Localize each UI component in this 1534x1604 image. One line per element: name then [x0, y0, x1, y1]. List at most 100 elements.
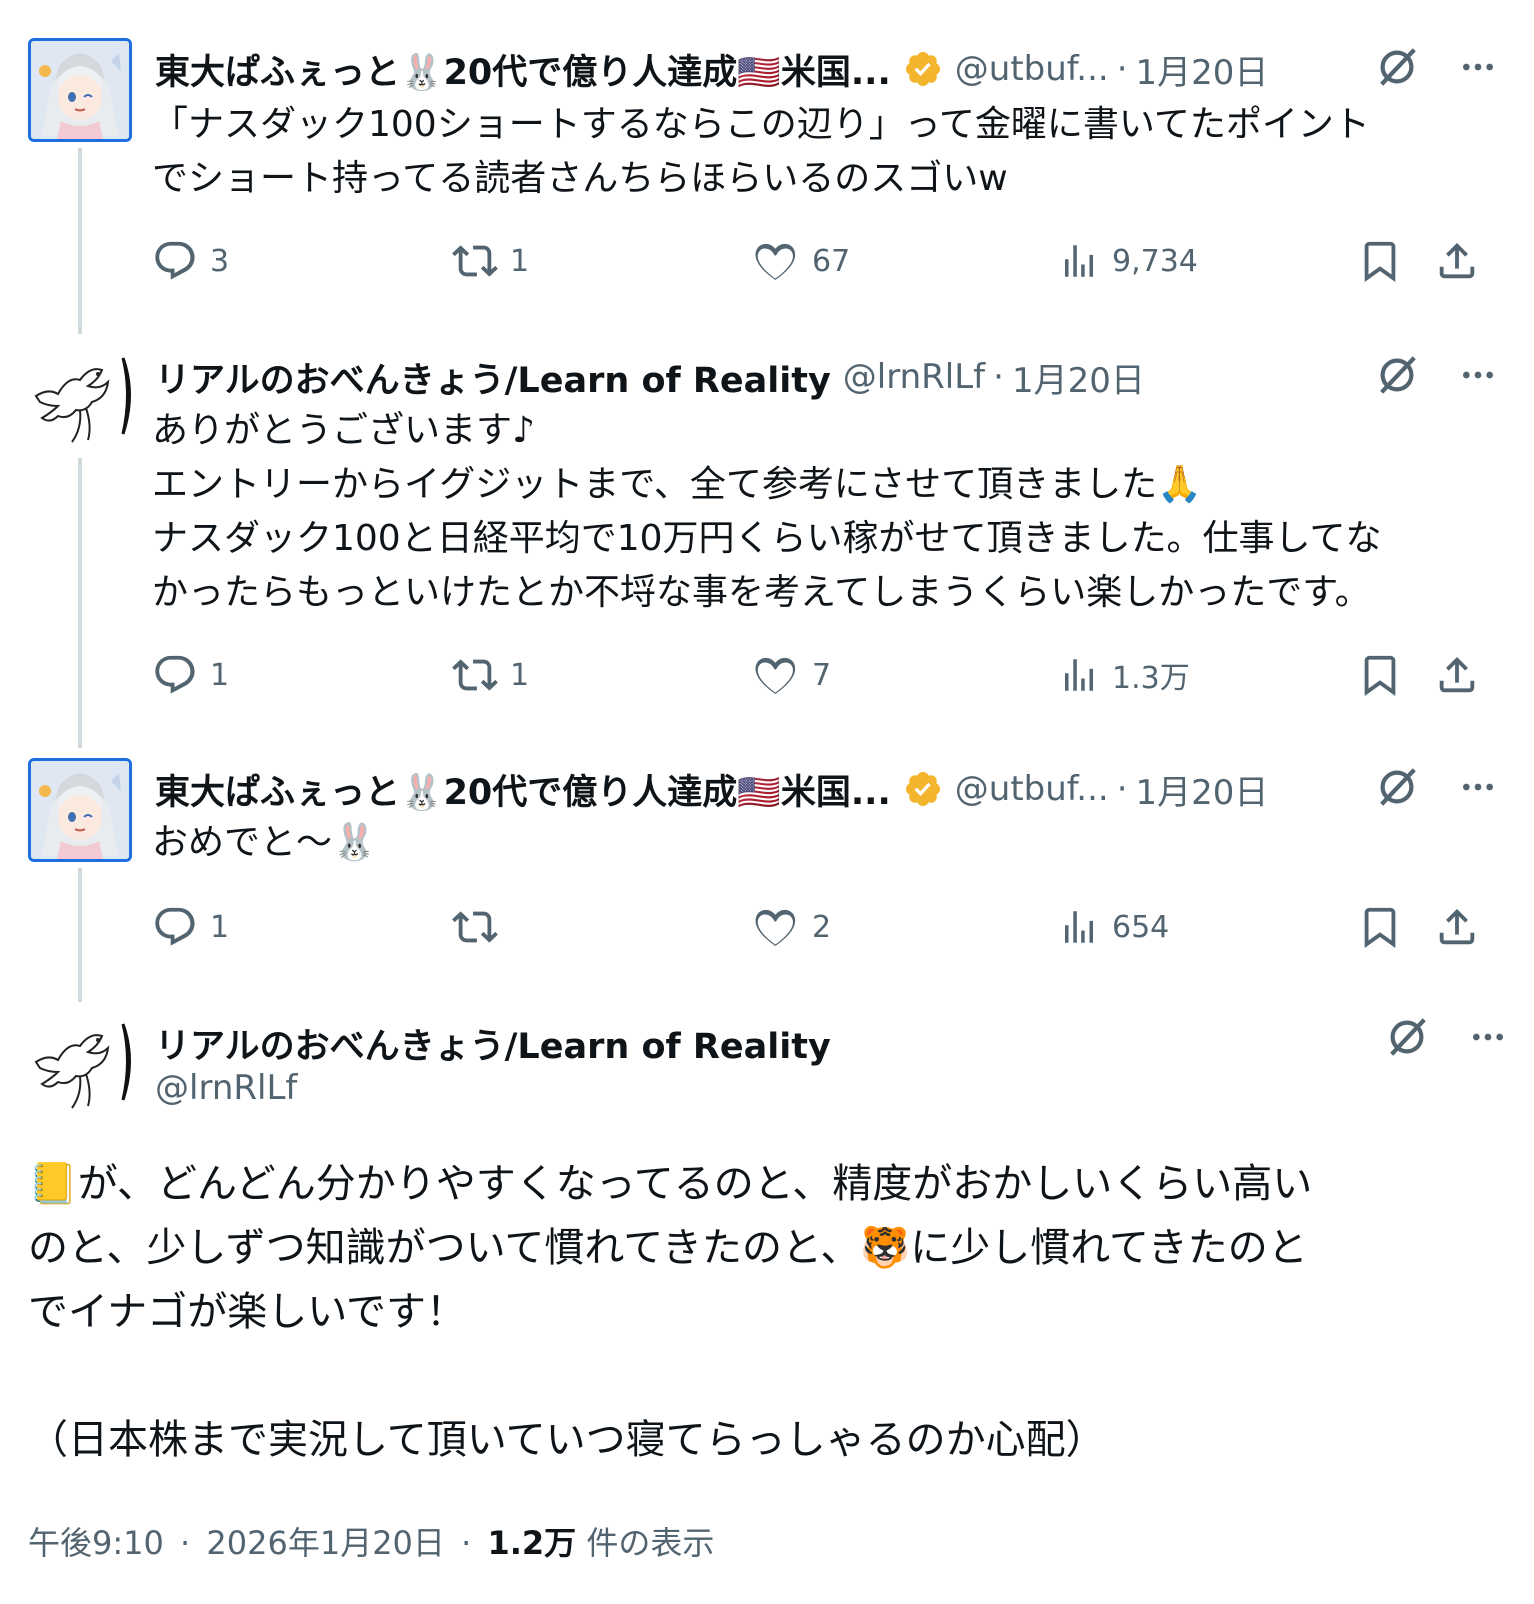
retweet-button[interactable]: 1	[452, 650, 529, 700]
text-line: ありがとうございます♪	[152, 410, 535, 451]
views-button[interactable]: 1.3万	[1058, 650, 1190, 700]
like-button[interactable]: 2	[754, 902, 831, 952]
tweet-header: 東大ぱふぇっと🐰20代で億り人達成🇺🇸米国... @utbuf... · 1月2…	[155, 764, 1524, 814]
like-count: 67	[812, 243, 851, 279]
timestamp[interactable]: 1月20日	[1136, 45, 1269, 94]
avatar[interactable]	[28, 38, 132, 142]
share-button[interactable]	[1434, 650, 1480, 700]
like-button[interactable]: 67	[754, 236, 850, 286]
grok-icon[interactable]	[1374, 764, 1420, 814]
action-bar: 3 1 67 9,734	[152, 236, 1514, 286]
share-button[interactable]	[1434, 236, 1480, 286]
text-line: でイナゴが楽しいです！	[28, 1289, 466, 1335]
text-line: 📒が、どんどん分かりやすくなってるのと、精度がおかしいくらい高い	[28, 1161, 1313, 1207]
reply-button[interactable]: 1	[152, 650, 229, 700]
timestamp[interactable]: 1月20日	[1136, 765, 1269, 814]
separator: ·	[993, 357, 1004, 397]
display-name[interactable]: リアルのおべんきょう/Learn of Reality	[155, 1018, 831, 1069]
post-date[interactable]: 2026年1月20日	[206, 1524, 445, 1562]
bookmark-button[interactable]	[1357, 236, 1403, 286]
reply-button[interactable]: 1	[152, 902, 229, 952]
handle[interactable]: @lrnRlLf	[155, 1068, 297, 1108]
share-icon	[1439, 242, 1475, 279]
display-name[interactable]: 東大ぱふぇっと🐰20代で億り人達成🇺🇸米国...	[155, 44, 891, 95]
reply-button[interactable]: 3	[152, 236, 229, 286]
anime-girl-avatar-icon	[31, 41, 129, 139]
avatar[interactable]	[28, 758, 132, 862]
focus-header-icons	[1384, 1014, 1508, 1064]
view-label: 件の表示	[586, 1524, 715, 1562]
more-icon[interactable]	[1458, 355, 1498, 399]
text-line: でショート持ってる読者さんちらほらいるのスゴいw	[152, 158, 1008, 199]
grok-icon[interactable]	[1374, 44, 1420, 94]
text-line: のと、少しずつ知識がついて慣れてきたのと、🐯に少し慣れてきたのと	[28, 1225, 1308, 1271]
tweet-meta: 午後9:10 · 2026年1月20日 · 1.2万 件の表示	[28, 1518, 714, 1564]
like-count: 7	[812, 657, 832, 693]
verified-badge-icon	[903, 49, 943, 89]
reply-icon	[155, 655, 195, 694]
text-line	[28, 1344, 1468, 1408]
display-name[interactable]: 東大ぱふぇっと🐰20代で億り人達成🇺🇸米国...	[155, 764, 891, 815]
retweet-button[interactable]: 1	[452, 236, 529, 286]
tweet-text: おめでと〜🐰	[152, 816, 1464, 870]
text-line: ナスダック100と日経平均で10万円くらい稼がせて頂きました。仕事してな	[152, 518, 1382, 559]
reply-icon	[155, 241, 195, 280]
reply-count: 3	[210, 243, 230, 279]
views-button[interactable]: 654	[1058, 902, 1169, 952]
retweet-count: 1	[510, 243, 530, 279]
more-icon[interactable]	[1458, 767, 1498, 811]
view-count: 1.3万	[1112, 661, 1190, 696]
bird-sketch-avatar-icon	[34, 357, 131, 443]
more-icon[interactable]	[1468, 1017, 1508, 1061]
text-line: エントリーからイグジットまで、全て参考にさせて頂きました🙏	[152, 464, 1202, 505]
share-button[interactable]	[1434, 902, 1480, 952]
retweet-button[interactable]	[452, 902, 510, 952]
separator: ·	[1116, 49, 1128, 89]
views-icon	[1065, 245, 1093, 277]
like-icon	[755, 909, 796, 946]
timestamp[interactable]: 1月20日	[1012, 353, 1145, 402]
views-icon	[1065, 911, 1093, 943]
bookmark-button[interactable]	[1357, 902, 1403, 952]
like-button[interactable]: 7	[754, 650, 831, 700]
views-button[interactable]: 9,734	[1058, 236, 1198, 286]
verified-badge-icon	[903, 769, 943, 809]
view-count: 654	[1112, 909, 1170, 945]
focus-tweet-text: 📒が、どんどん分かりやすくなってるのと、精度がおかしいくらい高い のと、少しずつ知…	[28, 1152, 1468, 1472]
handle[interactable]: @utbuf...	[955, 769, 1109, 809]
handle[interactable]: @lrnRlLf	[843, 357, 985, 397]
avatar[interactable]	[28, 346, 132, 450]
bookmark-icon	[1364, 655, 1396, 696]
thread-page: 東大ぱふぇっと🐰20代で億り人達成🇺🇸米国... @utbuf... · 1月2…	[0, 0, 1534, 1604]
views-icon	[1065, 659, 1093, 691]
reply-count: 1	[210, 909, 230, 945]
reply-icon	[155, 907, 195, 946]
post-time[interactable]: 午後9:10	[28, 1524, 164, 1562]
action-bar: 1 2 654	[152, 902, 1514, 952]
bookmark-button[interactable]	[1357, 650, 1403, 700]
separator: ·	[461, 1524, 472, 1562]
display-name[interactable]: リアルのおべんきょう/Learn of Reality	[155, 352, 831, 403]
reply-count: 1	[210, 657, 230, 693]
retweet-icon	[452, 245, 498, 277]
separator: ·	[180, 1524, 191, 1562]
tweet-header: リアルのおべんきょう/Learn of Reality @lrnRlLf · 1…	[155, 352, 1524, 402]
thread-line	[78, 458, 82, 748]
more-icon[interactable]	[1458, 47, 1498, 91]
handle[interactable]: @utbuf...	[955, 49, 1109, 89]
text-line: 「ナスダック100ショートするならこの辺り」って金曜に書いてたポイント	[152, 104, 1370, 145]
thread-line	[78, 868, 82, 1002]
bird-sketch-avatar-icon	[34, 1023, 131, 1109]
bookmark-icon	[1364, 907, 1396, 948]
thread-line	[78, 148, 82, 334]
like-icon	[755, 657, 796, 694]
share-icon	[1439, 908, 1475, 945]
tweet-text: ありがとうございます♪ エントリーからイグジットまで、全て参考にさせて頂きました🙏…	[152, 404, 1474, 620]
grok-icon[interactable]	[1384, 1014, 1430, 1064]
avatar[interactable]	[28, 1012, 132, 1116]
retweet-icon	[452, 659, 498, 691]
like-count: 2	[812, 909, 832, 945]
action-bar: 1 1 7 1.3万	[152, 650, 1514, 700]
grok-icon[interactable]	[1374, 352, 1420, 402]
text-line: （日本株まで実況して頂いていつ寝てらっしゃるのか心配）	[28, 1417, 1106, 1463]
